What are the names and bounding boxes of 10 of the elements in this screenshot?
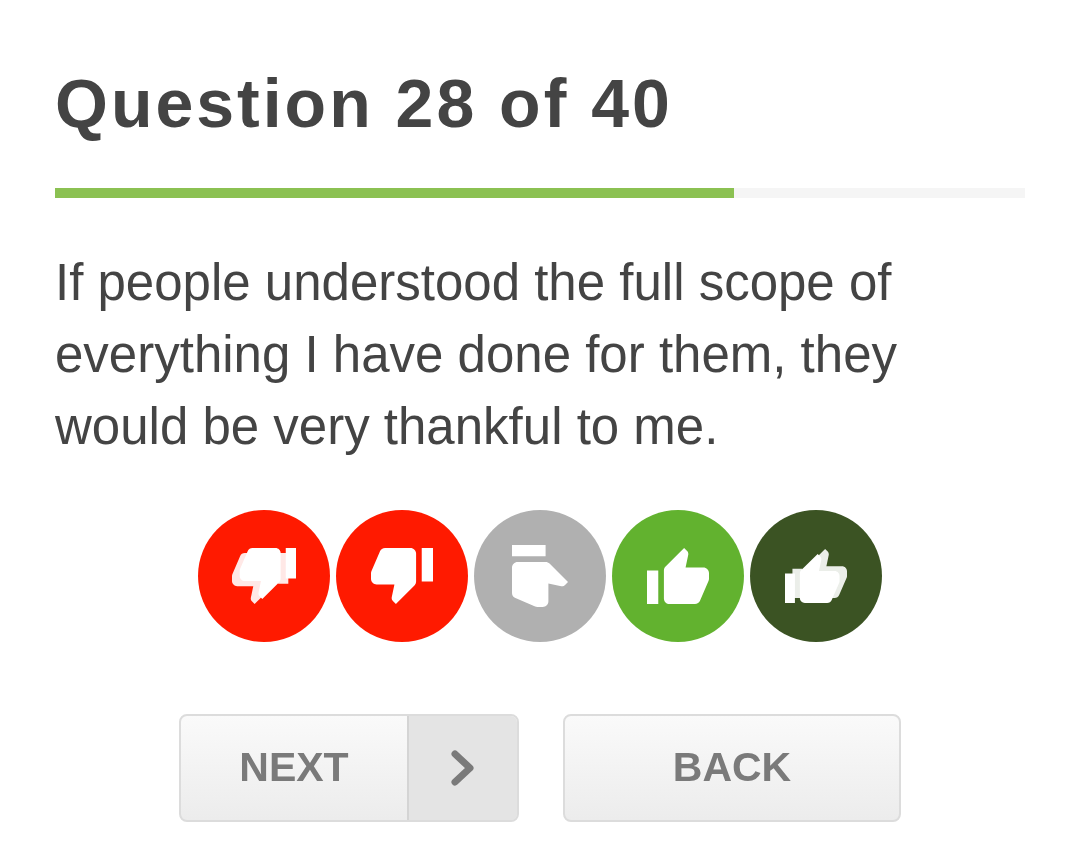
double-thumbs-up-icon	[785, 549, 847, 603]
double-thumbs-down-icon	[232, 548, 296, 604]
question-text: If people understood the full scope of everything I have done for them, they would be very thankful to me.	[55, 253, 898, 457]
pointing-hand-icon	[512, 545, 568, 607]
next-button[interactable]: NEXT	[179, 714, 519, 822]
thumbs-up-icon	[647, 548, 709, 604]
back-button[interactable]: BACK	[563, 714, 901, 822]
page-title: Question 28 of 40	[55, 66, 673, 140]
thumbs-down-icon	[371, 548, 433, 604]
chevron-right-icon	[451, 750, 475, 786]
